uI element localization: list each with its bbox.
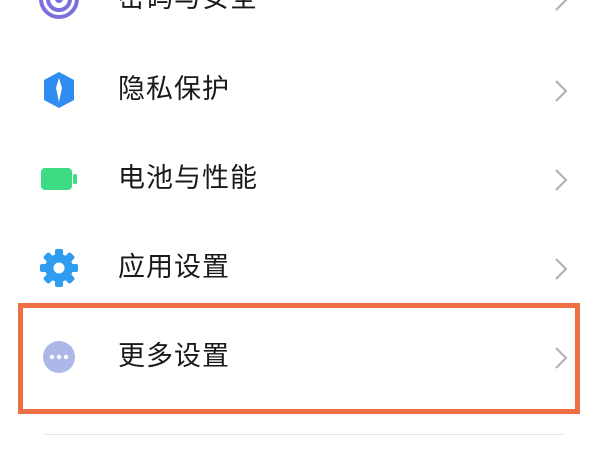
settings-screen: 密码与安全 隐私保护 电池与性能: [0, 0, 600, 450]
settings-item-app-settings[interactable]: 应用设置: [0, 223, 600, 313]
more-dots-icon: [38, 336, 80, 378]
settings-item-battery-performance[interactable]: 电池与性能: [0, 134, 600, 224]
gear-icon: [38, 247, 80, 289]
chevron-right-icon: [552, 167, 570, 193]
settings-item-label: 应用设置: [118, 252, 230, 283]
settings-item-label: 更多设置: [118, 341, 230, 372]
settings-item-password-security[interactable]: 密码与安全: [0, 0, 600, 44]
settings-item-label: 密码与安全: [118, 0, 258, 44]
battery-icon: [38, 158, 80, 200]
chevron-right-icon: [552, 256, 570, 282]
settings-item-more-settings[interactable]: 更多设置: [0, 312, 600, 402]
settings-item-label: 隐私保护: [118, 74, 230, 105]
chevron-right-icon: [552, 345, 570, 371]
fingerprint-icon: [38, 0, 80, 20]
privacy-shield-icon: [38, 69, 80, 111]
settings-item-label: 电池与性能: [118, 163, 258, 194]
chevron-right-icon: [552, 0, 570, 13]
divider: [44, 434, 564, 435]
chevron-right-icon: [552, 78, 570, 104]
settings-item-privacy[interactable]: 隐私保护: [0, 45, 600, 135]
